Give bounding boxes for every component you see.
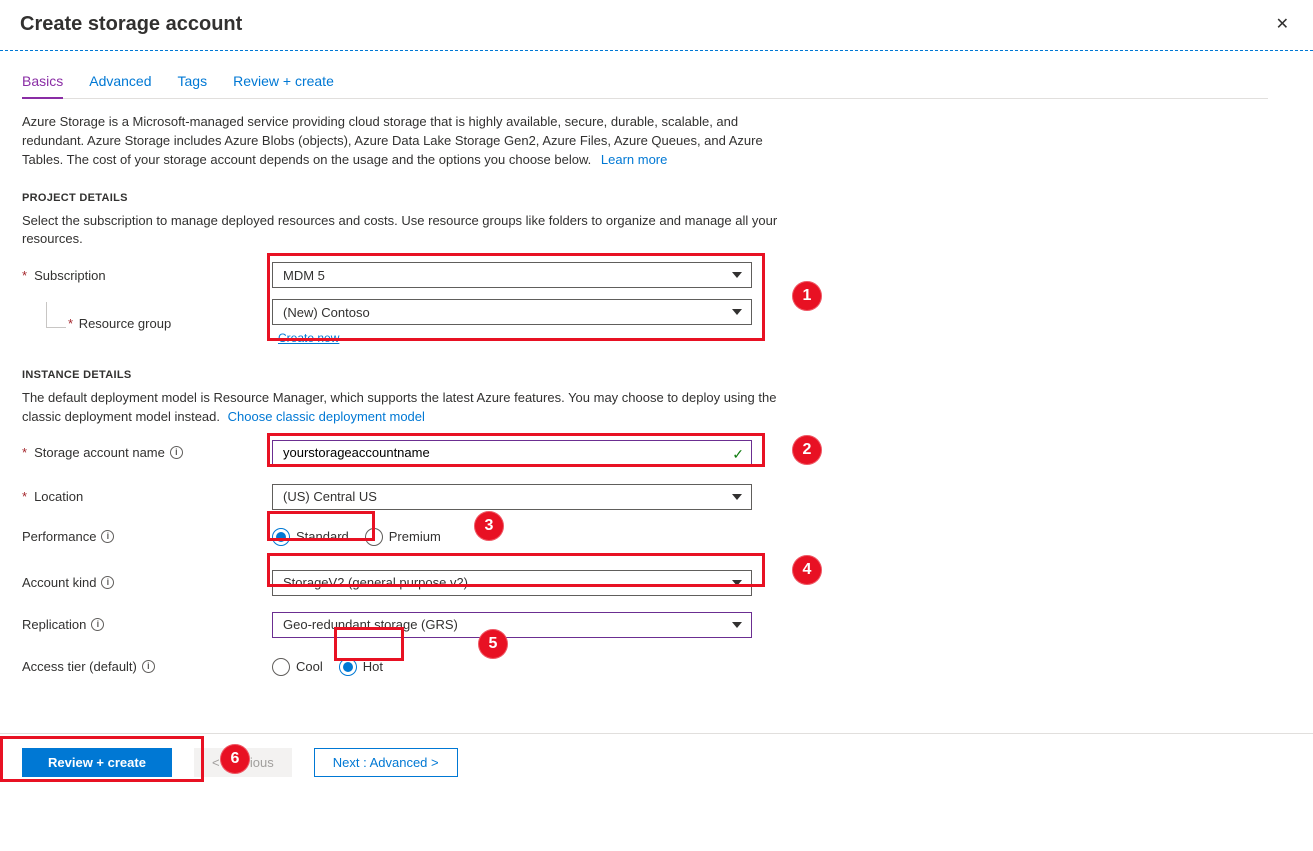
location-value: (US) Central US bbox=[283, 489, 377, 504]
resource-group-controls: (New) Contoso Create new bbox=[272, 299, 752, 347]
radio-hot-label: Hot bbox=[363, 659, 383, 674]
replication-select[interactable]: Geo-redundant storage (GRS) bbox=[272, 612, 752, 638]
row-subscription: * Subscription MDM 5 bbox=[22, 259, 1268, 291]
required-star: * bbox=[22, 268, 27, 283]
info-icon[interactable]: i bbox=[142, 660, 155, 673]
tier-radios: Cool Hot bbox=[272, 658, 383, 676]
row-access-tier: Access tier (default) i Cool Hot bbox=[22, 651, 1268, 683]
radio-standard[interactable]: Standard bbox=[272, 528, 349, 546]
row-performance: Performance i Standard Premium bbox=[22, 521, 1268, 553]
row-resource-group: * Resource group (New) Contoso Create ne… bbox=[22, 299, 1268, 347]
choose-classic-link[interactable]: Choose classic deployment model bbox=[228, 409, 425, 424]
subscription-label: * Subscription bbox=[22, 268, 272, 283]
radio-dot-icon bbox=[272, 658, 290, 676]
check-icon: ✓ bbox=[732, 446, 744, 463]
replication-select-wrap: Geo-redundant storage (GRS) bbox=[272, 612, 752, 638]
performance-label: Performance i bbox=[22, 529, 272, 544]
learn-more-link[interactable]: Learn more bbox=[601, 152, 667, 167]
tab-review-create[interactable]: Review + create bbox=[233, 67, 334, 98]
row-account-kind: Account kind i StorageV2 (general purpos… bbox=[22, 567, 1268, 599]
content-area: Basics Advanced Tags Review + create Azu… bbox=[0, 67, 1290, 683]
radio-premium[interactable]: Premium bbox=[365, 528, 441, 546]
account-kind-label: Account kind i bbox=[22, 575, 272, 590]
account-kind-value: StorageV2 (general purpose v2) bbox=[283, 575, 468, 590]
storage-name-control: ✓ bbox=[272, 440, 752, 466]
modal-header: Create storage account ✕ bbox=[0, 0, 1313, 51]
tab-strip: Basics Advanced Tags Review + create bbox=[22, 67, 1268, 99]
intro-text: Azure Storage is a Microsoft-managed ser… bbox=[22, 113, 782, 170]
account-kind-select-wrap: StorageV2 (general purpose v2) bbox=[272, 570, 752, 596]
resource-group-select[interactable]: (New) Contoso bbox=[272, 299, 752, 325]
subscription-select[interactable]: MDM 5 bbox=[272, 262, 752, 288]
row-storage-name: * Storage account name i ✓ bbox=[22, 437, 1268, 469]
radio-dot-icon bbox=[272, 528, 290, 546]
location-select[interactable]: (US) Central US bbox=[272, 484, 752, 510]
subscription-select-wrap: MDM 5 bbox=[272, 262, 752, 288]
account-kind-select[interactable]: StorageV2 (general purpose v2) bbox=[272, 570, 752, 596]
storage-name-input[interactable] bbox=[272, 440, 752, 466]
instance-form: * Storage account name i ✓ 2 * Location … bbox=[22, 437, 1268, 683]
project-form: * Subscription MDM 5 * Resource group (N… bbox=[22, 259, 1268, 347]
section-instance-title: INSTANCE DETAILS bbox=[22, 369, 1268, 381]
tab-advanced[interactable]: Advanced bbox=[89, 67, 151, 98]
location-label: * Location bbox=[22, 489, 272, 504]
row-replication: Replication i Geo-redundant storage (GRS… bbox=[22, 609, 1268, 641]
section-project-desc: Select the subscription to manage deploy… bbox=[22, 212, 782, 250]
section-instance-desc: The default deployment model is Resource… bbox=[22, 389, 782, 427]
location-select-wrap: (US) Central US bbox=[272, 484, 752, 510]
page-title: Create storage account bbox=[20, 13, 242, 36]
performance-radios: Standard Premium bbox=[272, 528, 441, 546]
radio-standard-label: Standard bbox=[296, 529, 349, 544]
next-advanced-button[interactable]: Next : Advanced > bbox=[314, 748, 458, 777]
info-icon[interactable]: i bbox=[170, 446, 183, 459]
tab-basics[interactable]: Basics bbox=[22, 67, 63, 99]
replication-value: Geo-redundant storage (GRS) bbox=[283, 617, 458, 632]
access-tier-label: Access tier (default) i bbox=[22, 659, 272, 674]
radio-dot-icon bbox=[339, 658, 357, 676]
previous-button: < Previous bbox=[194, 748, 292, 777]
create-new-link[interactable]: Create new bbox=[278, 331, 339, 345]
section-project-title: PROJECT DETAILS bbox=[22, 192, 1268, 204]
tab-tags[interactable]: Tags bbox=[178, 67, 208, 98]
footer-bar: Review + create < Previous Next : Advanc… bbox=[0, 733, 1313, 791]
close-icon[interactable]: ✕ bbox=[1272, 10, 1293, 38]
info-icon[interactable]: i bbox=[101, 530, 114, 543]
radio-hot[interactable]: Hot bbox=[339, 658, 383, 676]
required-star: * bbox=[68, 316, 73, 331]
replication-label: Replication i bbox=[22, 617, 272, 632]
radio-dot-icon bbox=[365, 528, 383, 546]
radio-cool[interactable]: Cool bbox=[272, 658, 323, 676]
info-icon[interactable]: i bbox=[101, 576, 114, 589]
subscription-value: MDM 5 bbox=[283, 268, 325, 283]
row-location: * Location (US) Central US bbox=[22, 481, 1268, 513]
resource-group-label: * Resource group bbox=[40, 316, 272, 331]
radio-cool-label: Cool bbox=[296, 659, 323, 674]
radio-premium-label: Premium bbox=[389, 529, 441, 544]
indent-line bbox=[46, 302, 66, 328]
required-star: * bbox=[22, 445, 27, 460]
resource-group-value: (New) Contoso bbox=[283, 305, 370, 320]
info-icon[interactable]: i bbox=[91, 618, 104, 631]
review-create-button[interactable]: Review + create bbox=[22, 748, 172, 777]
storage-name-label: * Storage account name i bbox=[22, 445, 272, 460]
required-star: * bbox=[22, 489, 27, 504]
